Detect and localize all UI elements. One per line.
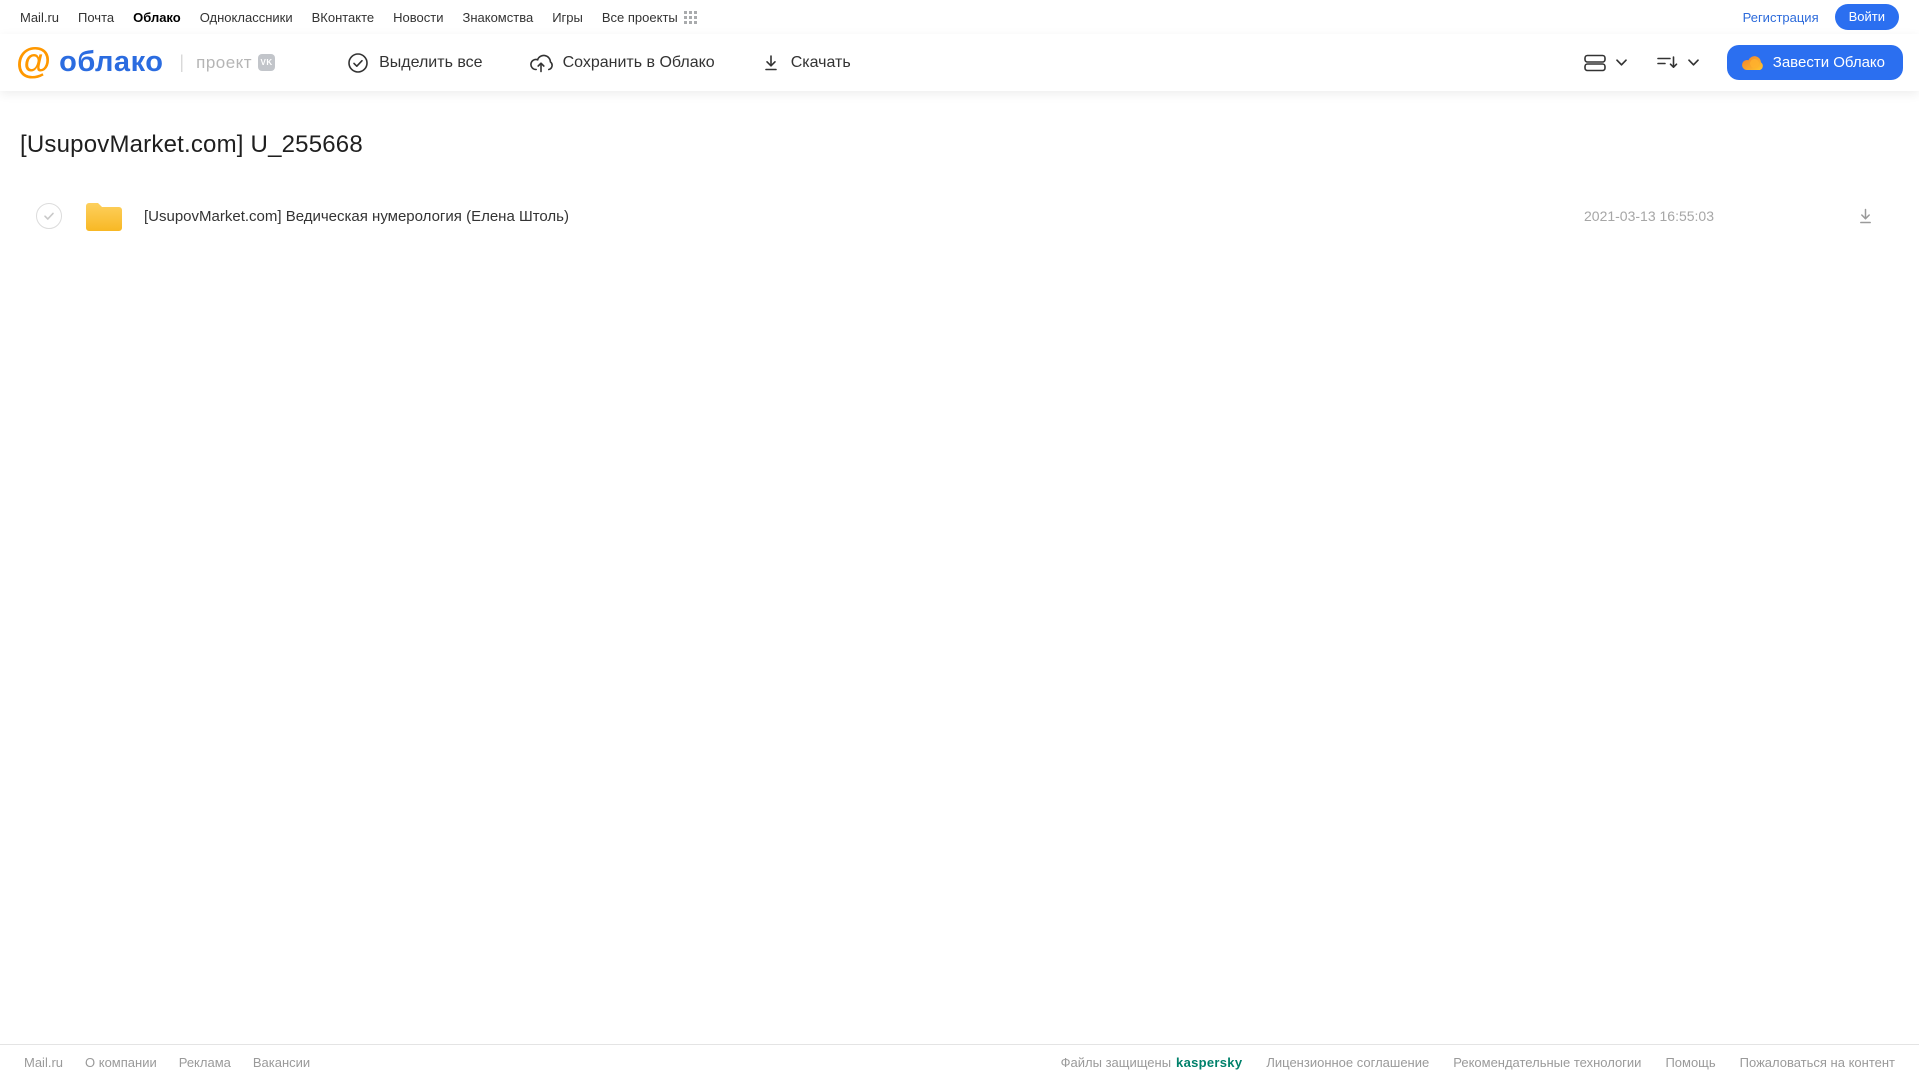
file-name[interactable]: [UsupovMarket.com] Ведическая нумерологи… (144, 208, 1584, 225)
project-label: проект (196, 52, 253, 72)
footer-help-link[interactable]: Помощь (1665, 1055, 1715, 1070)
download-button[interactable]: Скачать (761, 53, 851, 73)
check-icon (44, 212, 54, 220)
nav-igry[interactable]: Игры (552, 10, 583, 25)
file-list: [UsupovMarket.com] Ведическая нумерологи… (20, 189, 1899, 243)
nav-novosti[interactable]: Новости (393, 10, 443, 25)
folder-icon (84, 199, 124, 233)
list-view-icon (1583, 52, 1607, 74)
nav-znakomstva[interactable]: Знакомства (462, 10, 533, 25)
login-button[interactable]: Войти (1834, 4, 1899, 30)
project-vk-label: проект VK (196, 52, 276, 73)
cloud-brand-icon (1740, 53, 1764, 72)
vk-badge-icon: VK (258, 54, 276, 71)
nav-mailru[interactable]: Mail.ru (20, 10, 59, 25)
footer-mailru-link[interactable]: Mail.ru (24, 1055, 63, 1070)
nav-oblako[interactable]: Облако (133, 10, 181, 25)
file-toolbar: Выделить все Сохранить в Облако Скачать (347, 52, 851, 74)
file-date: 2021-03-13 16:55:03 (1584, 208, 1714, 224)
register-link[interactable]: Регистрация (1743, 10, 1819, 25)
footer-license-link[interactable]: Лицензионное соглашение (1266, 1055, 1429, 1070)
portal-topbar: Mail.ru Почта Облако Одноклассники ВКонт… (0, 0, 1919, 34)
portal-nav: Mail.ru Почта Облако Одноклассники ВКонт… (20, 10, 697, 25)
select-all-label: Выделить все (379, 53, 483, 71)
download-icon (761, 53, 781, 73)
grid-icon[interactable] (683, 10, 697, 24)
footer-about-link[interactable]: О компании (85, 1055, 157, 1070)
nav-vkontakte[interactable]: ВКонтакте (312, 10, 375, 25)
footer-right-links: Файлы защищены kaspersky Лицензионное сог… (1061, 1055, 1895, 1070)
logo-separator: | (179, 52, 185, 72)
select-all-button[interactable]: Выделить все (347, 52, 483, 74)
protected-label: Файлы защищены (1060, 1054, 1172, 1070)
nav-odnoklassniki[interactable]: Одноклассники (200, 10, 293, 25)
create-cloud-label: Завести Облако (1772, 54, 1885, 71)
footer-report-content-link[interactable]: Пожаловаться на контент (1740, 1055, 1895, 1070)
kaspersky-logo[interactable]: kaspersky (1176, 1055, 1242, 1070)
topbar-auth: Регистрация Войти (1743, 4, 1899, 30)
row-checkbox[interactable] (36, 203, 62, 229)
header-right-controls: Завести Облако (1583, 45, 1903, 80)
kaspersky-protected: Файлы защищены kaspersky (1061, 1055, 1243, 1070)
logo-wordmark: облако (59, 46, 164, 78)
sort-control[interactable] (1655, 52, 1701, 74)
cloud-logo[interactable]: @ облако | проект VK (16, 40, 276, 81)
footer-recommend-tech-link[interactable]: Рекомендательные технологии (1453, 1055, 1641, 1070)
save-to-cloud-label: Сохранить в Облако (562, 53, 715, 71)
check-circle-icon (347, 52, 369, 74)
footer-ads-link[interactable]: Реклама (179, 1055, 231, 1070)
download-label: Скачать (790, 53, 851, 71)
chevron-down-icon (1614, 55, 1629, 70)
view-mode-control[interactable] (1583, 52, 1629, 74)
save-to-cloud-button[interactable]: Сохранить в Облако (529, 52, 715, 74)
main-content: [UsupovMarket.com] U_255668 [UsupovMarke… (0, 91, 1919, 1044)
chevron-down-icon (1686, 55, 1701, 70)
nav-pochta[interactable]: Почта (78, 10, 114, 25)
footer-jobs-link[interactable]: Вакансии (253, 1055, 310, 1070)
footer-left-links: Mail.ru О компании Реклама Вакансии (24, 1055, 310, 1070)
nav-all-projects-label[interactable]: Все проекты (602, 10, 678, 25)
sort-icon (1655, 52, 1679, 74)
cloud-upload-icon (529, 52, 553, 74)
mailru-at-icon: @ (16, 40, 52, 81)
nav-all-projects[interactable]: Все проекты (602, 10, 697, 25)
file-row[interactable]: [UsupovMarket.com] Ведическая нумерологи… (20, 189, 1899, 243)
cloud-header: @ облако | проект VK Выделить все Сохран… (0, 34, 1919, 91)
page-title: [UsupovMarket.com] U_255668 (20, 131, 363, 158)
create-cloud-button[interactable]: Завести Облако (1726, 45, 1903, 80)
footer: Mail.ru О компании Реклама Вакансии Файл… (0, 1044, 1919, 1079)
row-download-icon[interactable] (1856, 207, 1875, 226)
